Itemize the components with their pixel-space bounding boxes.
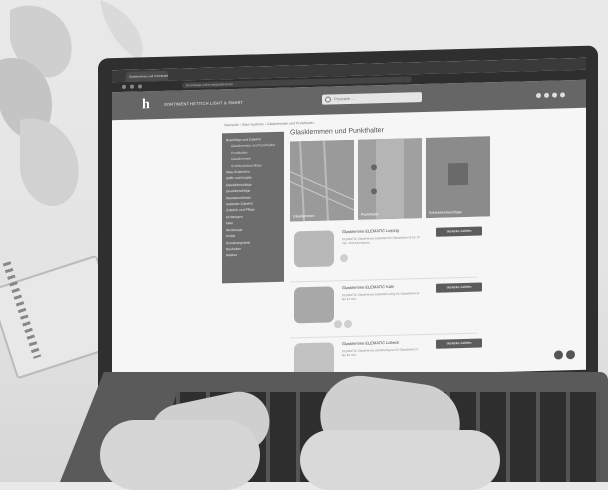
product-name[interactable]: Glasklemme ELEMATIC Köln (342, 284, 394, 290)
choose-variant-button[interactable]: Variante wählen (436, 338, 482, 349)
scroll-top-icon[interactable] (566, 350, 575, 360)
search-input[interactable]: Produkte … (322, 92, 422, 105)
category-tile-label: Glasklemmen (293, 213, 315, 219)
product-description: ELEMATIC Glasklemme Zinkdruckguss für Gl… (342, 347, 419, 358)
product-image (294, 230, 334, 268)
product-name[interactable]: Glasklemme ELEMATIC Leipzig (342, 228, 399, 234)
page-title: Glasklemmen und Punkthalter (290, 127, 384, 137)
site-logo[interactable]: h (142, 97, 156, 113)
cart-icon[interactable] (552, 92, 557, 98)
sliding-fitting-photo (426, 136, 490, 218)
user-icon[interactable] (536, 92, 541, 99)
forward-icon[interactable] (130, 84, 134, 89)
category-tile[interactable]: Schiebetürbeschläge (426, 136, 490, 218)
product-description: ELEMATIC Glasklemme Edelstahl für Glasst… (342, 235, 420, 246)
railing-photo (290, 139, 354, 222)
color-swatch[interactable] (344, 319, 352, 329)
color-swatch[interactable] (340, 254, 348, 263)
category-sidebar: Beschläge und Zubehör Glasklemmen und Pu… (222, 131, 284, 284)
choose-variant-button[interactable]: Variante wählen (436, 282, 482, 293)
left-forearm (100, 420, 260, 490)
search-icon (325, 96, 331, 103)
choose-variant-button[interactable]: Variante wählen (436, 226, 482, 237)
wishlist-icon[interactable] (544, 92, 549, 98)
product-name[interactable]: Glasklemme ELEMATIC Lübeck (342, 340, 399, 346)
nav-item-sortiment[interactable]: SORTIMENT (164, 101, 189, 107)
back-icon[interactable] (122, 84, 126, 89)
color-swatch[interactable] (334, 320, 342, 329)
category-tile[interactable]: Glasklemmen (290, 139, 354, 222)
product-description: ELEMATIC Glasklemme Edelstahl eckig für … (342, 291, 419, 302)
sidebar-item[interactable]: Marken (222, 251, 284, 259)
product-row[interactable]: Glasklemme ELEMATIC Leipzig ELEMATIC Gla… (290, 222, 482, 283)
chat-icon[interactable] (554, 350, 563, 360)
product-row[interactable]: Glasklemme ELEMATIC Köln ELEMATIC Glaskl… (290, 278, 482, 339)
nav-item-light-smart[interactable]: HETTICH LIGHT & SMART (190, 100, 243, 106)
category-tile[interactable]: Punkthalter (358, 138, 422, 220)
reload-icon[interactable] (138, 84, 142, 89)
breadcrumb[interactable]: Startseite › Glas-Systeme › Glasklemmen … (224, 121, 314, 127)
menu-icon[interactable] (560, 92, 565, 98)
laptop-screen: Glasklemmen und Punkthalter beschlaege-o… (112, 57, 586, 383)
point-holder-photo (358, 138, 422, 220)
right-forearm (300, 430, 500, 490)
category-tile-label: Schiebetürbeschläge (429, 210, 462, 215)
category-tile-label: Punkthalter (361, 212, 379, 217)
product-image (294, 286, 334, 324)
